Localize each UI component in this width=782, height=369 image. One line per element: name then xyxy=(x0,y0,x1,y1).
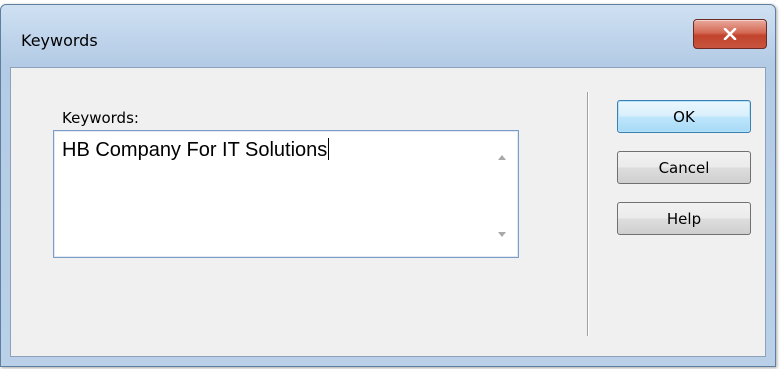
scroll-up-arrow-icon[interactable] xyxy=(498,147,506,165)
keywords-textarea[interactable]: HB Company For IT Solutions xyxy=(53,130,519,258)
keywords-text: HB Company For IT Solutions xyxy=(62,139,328,161)
cancel-button[interactable]: Cancel xyxy=(617,151,751,184)
vertical-separator xyxy=(587,92,589,336)
close-icon xyxy=(723,28,737,40)
dialog-client-area: Keywords: HB Company For IT Solutions OK… xyxy=(10,67,766,357)
keywords-label: Keywords: xyxy=(62,109,139,127)
keywords-dialog: Keywords Keywords: HB Company For IT Sol… xyxy=(0,4,776,367)
window-title: Keywords xyxy=(21,31,98,50)
vertical-scrollbar[interactable] xyxy=(487,132,517,256)
title-bar[interactable]: Keywords xyxy=(1,5,775,67)
scroll-down-arrow-icon[interactable] xyxy=(498,224,506,242)
ok-button[interactable]: OK xyxy=(617,100,751,133)
keywords-value: HB Company For IT Solutions xyxy=(62,138,330,162)
close-button[interactable] xyxy=(693,19,767,49)
help-button[interactable]: Help xyxy=(617,202,751,235)
text-caret xyxy=(328,138,330,160)
